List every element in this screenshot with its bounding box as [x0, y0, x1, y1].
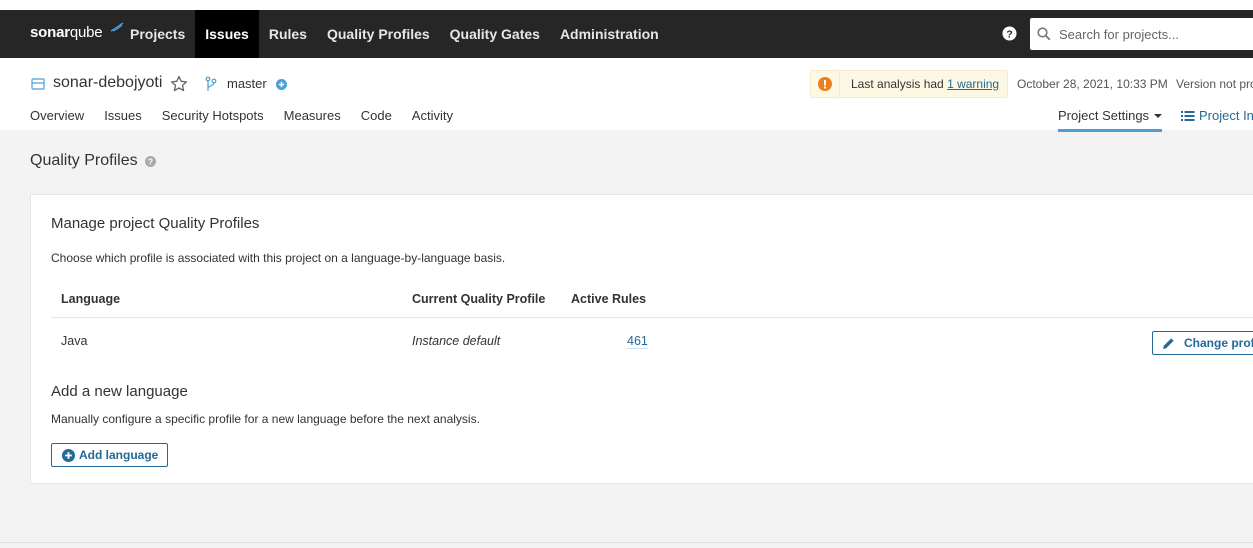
global-navbar: sonarqube Projects Issues Rules Quality …: [0, 10, 1253, 58]
project-name[interactable]: sonar-debojyoti: [53, 74, 162, 92]
project-subnav: Overview Issues Security Hotspots Measur…: [30, 108, 473, 123]
quality-profiles-card: Manage project Quality Profiles Choose w…: [30, 194, 1253, 484]
table-divider: [51, 317, 1253, 318]
help-icon[interactable]: ?: [145, 156, 156, 167]
list-icon: [1181, 111, 1195, 121]
warning-text: Last analysis had: [851, 77, 948, 91]
project-icon: [31, 78, 45, 90]
footer-divider: [0, 542, 1253, 543]
column-header-active-rules: Active Rules: [571, 292, 647, 306]
project-information-link[interactable]: Project Information: [1181, 108, 1253, 123]
plus-circle-icon: [62, 448, 75, 462]
nav-rules[interactable]: Rules: [259, 10, 317, 58]
add-language-title: Add a new language: [51, 383, 188, 400]
analysis-date: October 28, 2021, 10:33 PM: [1017, 77, 1168, 91]
warning-link[interactable]: 1 warning: [947, 77, 999, 91]
warning-icon: [818, 77, 832, 91]
row-language: Java: [61, 334, 88, 348]
caret-down-icon: [1154, 114, 1163, 118]
add-language-button[interactable]: Add language: [51, 443, 168, 467]
tab-issues[interactable]: Issues: [104, 108, 142, 123]
nav-quality-gates[interactable]: Quality Gates: [440, 10, 550, 58]
tab-security-hotspots[interactable]: Security Hotspots: [162, 108, 264, 123]
row-profile: Instance default: [412, 334, 501, 348]
card-title: Manage project Quality Profiles: [51, 215, 260, 232]
nav-projects[interactable]: Projects: [120, 10, 195, 58]
tab-measures[interactable]: Measures: [284, 108, 341, 123]
change-profile-button[interactable]: Change profile: [1152, 331, 1253, 355]
page-title: Quality Profiles: [30, 152, 138, 169]
plus-circle-icon[interactable]: [276, 79, 287, 90]
star-icon[interactable]: [170, 75, 188, 93]
version-label: Version not provided: [1176, 77, 1253, 91]
card-description: Choose which profile is associated with …: [51, 251, 506, 265]
add-language-description: Manually configure a specific profile fo…: [51, 412, 480, 426]
browser-strip: [0, 0, 1253, 10]
pencil-icon: [1163, 337, 1174, 349]
search-icon: [1037, 27, 1051, 41]
nav-administration[interactable]: Administration: [550, 10, 669, 58]
search-input[interactable]: [1057, 25, 1251, 43]
search-box[interactable]: [1030, 18, 1253, 50]
nav-quality-profiles[interactable]: Quality Profiles: [317, 10, 440, 58]
branch-icon: [205, 76, 217, 91]
svg-text:?: ?: [148, 157, 153, 167]
column-header-profile: Current Quality Profile: [412, 292, 546, 306]
nav-issues[interactable]: Issues: [195, 10, 259, 58]
svg-text:?: ?: [1006, 29, 1012, 40]
tab-code[interactable]: Code: [361, 108, 392, 123]
project-header: sonar-debojyoti master Last analysis had…: [0, 58, 1253, 132]
tab-overview[interactable]: Overview: [30, 108, 84, 123]
project-settings-dropdown[interactable]: Project Settings: [1058, 108, 1163, 132]
sonarqube-logo[interactable]: sonarqube: [30, 22, 124, 41]
branch-name[interactable]: master: [227, 76, 267, 91]
tab-activity[interactable]: Activity: [412, 108, 453, 123]
analysis-warning-box: Last analysis had 1 warning: [810, 70, 1008, 98]
main-nav: Projects Issues Rules Quality Profiles Q…: [120, 10, 669, 58]
column-header-language: Language: [61, 292, 121, 306]
help-icon[interactable]: ?: [1002, 26, 1017, 41]
active-rules-link[interactable]: 461: [627, 334, 648, 349]
